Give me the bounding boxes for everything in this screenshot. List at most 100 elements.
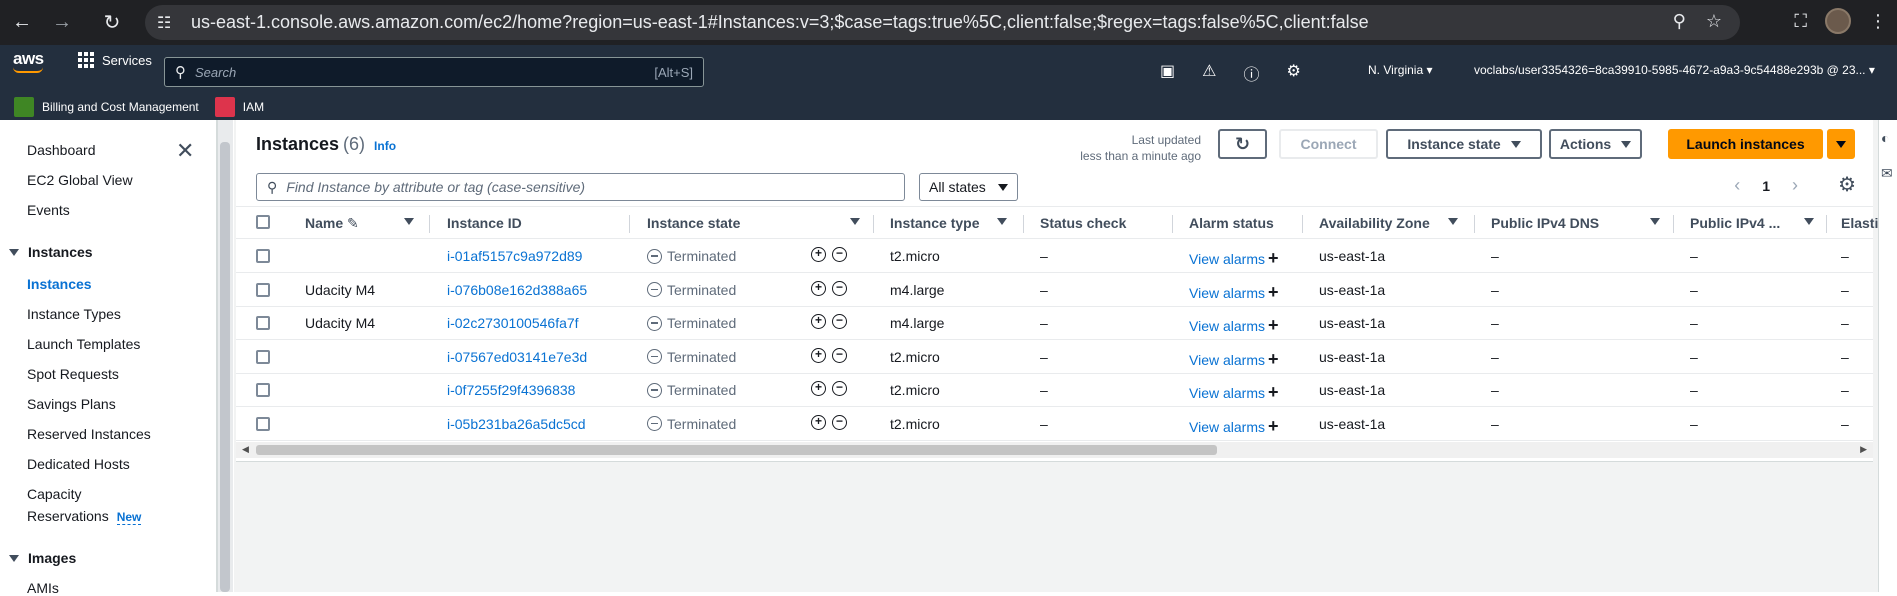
sidebar-item-spot-requests[interactable]: Spot Requests [27,366,119,382]
column-resizer[interactable] [1474,215,1475,233]
horizontal-scroll-thumb[interactable] [256,445,1217,455]
extensions-icon[interactable]: ⛶ [1794,11,1807,32]
sidebar-item-instance-types[interactable]: Instance Types [27,306,121,322]
zoom-out-icon[interactable]: − [832,347,847,363]
favorite-iam[interactable]: IAM [214,97,264,117]
sidebar-scrollbar[interactable] [217,120,233,592]
row-checkbox[interactable] [256,383,270,397]
chrome-menu-icon[interactable]: ⋮ [1869,11,1887,32]
instance-id-link[interactable]: i-076b08e162d388a65 [447,282,587,298]
zoom-out-icon[interactable]: − [832,381,847,396]
close-icon[interactable]: ✕ [176,138,194,164]
select-all-checkbox[interactable] [256,215,270,229]
search-input[interactable]: ⚲ Search [Alt+S] [164,57,704,87]
zoom-out-icon[interactable]: − [832,314,847,329]
refresh-button[interactable]: ↻ [1218,129,1267,159]
zoom-in-icon[interactable]: + [811,381,826,396]
instance-state-button[interactable]: Instance state [1386,129,1542,159]
add-alarm-icon[interactable]: + [1268,248,1279,268]
view-alarms-link[interactable]: View alarms + [1189,282,1279,303]
site-settings-icon[interactable]: ☷ [157,13,171,33]
column-alarm-status[interactable]: Alarm status [1189,215,1274,231]
launch-instances-button[interactable]: Launch instances [1668,129,1823,159]
info-link[interactable]: Info [374,139,396,153]
feedback-icon[interactable]: ✉ [1881,165,1893,182]
column-instance-id[interactable]: Instance ID [447,215,522,231]
column-instance-state[interactable]: Instance state [647,215,740,231]
add-alarm-icon[interactable]: + [1268,315,1279,335]
help-icon[interactable]: ⓘ [1243,61,1259,85]
row-checkbox[interactable] [256,349,270,364]
column-resizer[interactable] [629,215,630,233]
horizontal-scrollbar[interactable]: ◀ ▶ [236,442,1873,458]
column-resizer[interactable] [429,215,430,233]
zoom-in-icon[interactable]: + [811,247,826,262]
sidebar-section-images[interactable]: Images [9,550,76,566]
column-resizer[interactable] [1023,215,1024,233]
column-resizer[interactable] [1172,215,1173,233]
column-resizer[interactable] [1826,215,1827,233]
services-menu[interactable]: Services [78,52,152,68]
sidebar-item-savings-plans[interactable]: Savings Plans [27,396,116,412]
sidebar-item-launch-templates[interactable]: Launch Templates [27,336,140,352]
add-alarm-icon[interactable]: + [1268,349,1279,369]
sort-caret-icon[interactable] [1448,218,1458,225]
zoom-out-icon[interactable]: − [832,247,847,262]
next-page-icon[interactable]: › [1792,175,1798,196]
row-checkbox[interactable] [256,316,270,330]
column-public-ip[interactable]: Public IPv4 ... [1690,215,1780,231]
sort-caret-icon[interactable] [997,218,1007,225]
bookmark-star-icon[interactable]: ☆ [1706,11,1722,32]
view-alarms-link[interactable]: View alarms + [1189,248,1279,269]
scroll-left-icon[interactable]: ◀ [242,444,249,455]
table-row[interactable]: i-0f7255f29f4396838 Terminated + − t2.micro –… [236,374,1873,407]
view-alarms-link[interactable]: View alarms + [1189,416,1279,437]
row-checkbox[interactable] [256,249,270,263]
sort-caret-icon[interactable] [404,218,414,225]
sidebar-item-instances[interactable]: Instances [27,276,92,292]
add-alarm-icon[interactable]: + [1268,282,1279,302]
sidebar-item-reservations[interactable]: Reservations New [27,508,142,525]
sort-caret-icon[interactable] [1650,218,1660,225]
sidebar-item-reserved-instances[interactable]: Reserved Instances [27,426,151,442]
zoom-in-icon[interactable]: + [811,347,826,363]
cloudshell-icon[interactable]: ▣ [1160,61,1175,85]
column-resizer[interactable] [1673,215,1674,233]
favorite-billing[interactable]: Billing and Cost Management [14,97,199,117]
table-row[interactable]: Udacity M4 i-076b08e162d388a65 Terminated +… [236,274,1873,307]
column-public-dns[interactable]: Public IPv4 DNS [1491,215,1599,231]
zoom-in-icon[interactable]: + [811,314,826,329]
view-alarms-link[interactable]: View alarms + [1189,382,1279,403]
sidebar-item-global-view[interactable]: EC2 Global View [27,172,133,188]
column-status-check[interactable]: Status check [1040,215,1126,231]
table-row[interactable]: i-07567ed03141e7e3d Terminated + − t2.micro –… [236,341,1873,374]
instance-id-link[interactable]: i-02c2730100546fa7f [447,315,579,331]
sidebar-section-instances[interactable]: Instances [9,244,93,260]
instance-id-link[interactable]: i-0f7255f29f4396838 [447,382,575,398]
instance-id-link[interactable]: i-05b231ba26a5dc5cd [447,416,586,432]
sidebar-item-dedicated-hosts[interactable]: Dedicated Hosts [27,456,130,472]
column-instance-type[interactable]: Instance type [890,215,979,231]
region-selector[interactable]: N. Virginia ▾ [1368,63,1433,77]
connect-button[interactable]: Connect [1279,129,1378,159]
launch-dropdown-button[interactable] [1827,129,1855,159]
account-menu[interactable]: voclabs/user3354326=8ca39910-5985-4672-a… [1474,63,1875,77]
filter-input[interactable]: ⚲ Find Instance by attribute or tag (cas… [256,173,905,201]
forward-arrow-icon[interactable]: → [49,9,75,35]
table-row[interactable]: i-05b231ba26a5dc5cd Terminated + − t2.micro –… [236,408,1873,441]
zoom-in-icon[interactable]: + [811,280,826,296]
instance-id-link[interactable]: i-01af5157c9a972d89 [447,248,582,264]
prev-page-icon[interactable]: ‹ [1734,175,1740,196]
address-bar[interactable]: ☷ us-east-1.console.aws.amazon.com/ec2/h… [145,5,1740,40]
column-resizer[interactable] [873,215,874,233]
sidebar-item-capacity[interactable]: Capacity [27,486,81,502]
column-elastic-ip[interactable]: Elasti [1841,215,1878,231]
column-resizer[interactable] [1302,215,1303,233]
table-row[interactable]: i-01af5157c9a972d89 Terminated + − t2.micro –… [236,240,1873,273]
sidebar-item-amis[interactable]: AMIs [27,580,59,596]
aws-logo[interactable]: aws [13,49,44,69]
actions-button[interactable]: Actions [1549,129,1642,159]
view-alarms-link[interactable]: View alarms + [1189,315,1279,336]
zoom-out-icon[interactable]: − [832,414,847,430]
column-name[interactable]: Name ✎ [305,215,359,232]
